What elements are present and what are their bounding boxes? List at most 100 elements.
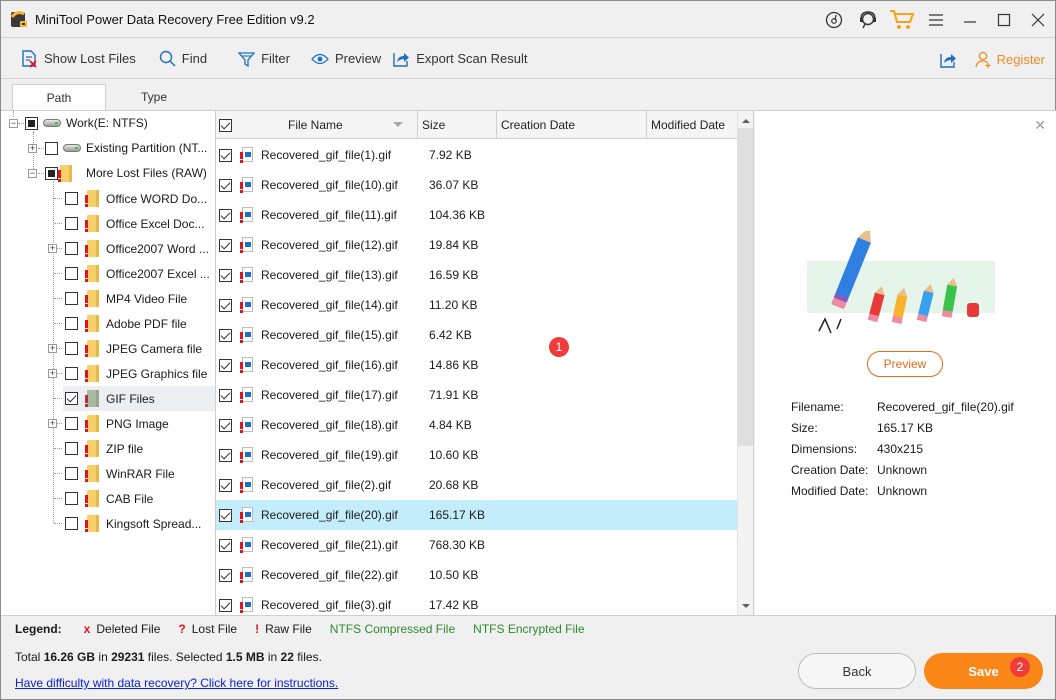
table-row[interactable]: Recovered_gif_file(17).gif 71.91 KB (216, 380, 737, 410)
tree-node-lost-item[interactable]: Office Excel Doc... (63, 211, 215, 236)
row-checkbox[interactable] (219, 148, 232, 162)
table-row[interactable]: Recovered_gif_file(11).gif 104.36 KB (216, 200, 737, 230)
row-checkbox[interactable] (219, 598, 232, 612)
row-checkbox[interactable] (219, 298, 232, 312)
row-checkbox[interactable] (219, 418, 232, 432)
row-checkbox[interactable] (219, 508, 232, 522)
table-row[interactable]: Recovered_gif_file(19).gif 10.60 KB (216, 440, 737, 470)
tree-node-existing-partition[interactable]: + Existing Partition (NT... (1, 136, 215, 161)
expand-toggle[interactable]: + (48, 369, 57, 378)
expand-toggle[interactable]: + (48, 419, 57, 428)
table-row[interactable]: Recovered_gif_file(14).gif 11.20 KB (216, 290, 737, 320)
row-checkbox[interactable] (219, 268, 232, 282)
tree-node-lost-item[interactable]: MP4 Video File (63, 286, 215, 311)
scroll-up-button[interactable] (738, 113, 753, 129)
tree-node-lost-item[interactable]: ZIP file (63, 436, 215, 461)
minimize-icon[interactable] (953, 1, 987, 38)
help-link[interactable]: Have difficulty with data recovery? Clic… (15, 676, 338, 690)
disc-icon[interactable] (817, 1, 851, 38)
tree-checkbox[interactable] (65, 417, 78, 430)
export-scan-result-button[interactable]: Export Scan Result (393, 39, 527, 79)
tree-checkbox[interactable] (65, 217, 78, 230)
vertical-scrollbar[interactable] (737, 111, 753, 615)
tree-checkbox[interactable] (65, 242, 78, 255)
expand-toggle[interactable]: + (48, 244, 57, 253)
tree-node-lost-item[interactable]: Adobe PDF file (63, 311, 215, 336)
back-button[interactable]: Back (798, 653, 916, 689)
close-icon[interactable] (1021, 1, 1055, 38)
find-button[interactable]: Find (159, 39, 207, 79)
tree-checkbox[interactable] (65, 342, 78, 355)
table-row[interactable]: Recovered_gif_file(13).gif 16.59 KB (216, 260, 737, 290)
tree-node-root[interactable]: − Work(E: NTFS) (1, 111, 215, 136)
support-icon[interactable] (851, 1, 885, 38)
cart-icon[interactable] (885, 1, 919, 38)
tree-checkbox[interactable] (65, 292, 78, 305)
column-file-name[interactable]: File Name (216, 111, 418, 139)
table-row[interactable]: Recovered_gif_file(18).gif 4.84 KB (216, 410, 737, 440)
tree-node-lost-item[interactable]: CAB File (63, 486, 215, 511)
tree-node-lost-item[interactable]: Office2007 Word ... (63, 236, 215, 261)
filter-button[interactable]: Filter (238, 39, 290, 79)
tree-node-more-lost-files[interactable]: − More Lost Files (RAW) (1, 161, 215, 186)
table-row[interactable]: Recovered_gif_file(21).gif 768.30 KB (216, 530, 737, 560)
tree-node-lost-item[interactable]: Office WORD Do... (63, 186, 215, 211)
tree-node-lost-item[interactable]: JPEG Camera file (63, 336, 215, 361)
tree-checkbox[interactable] (65, 517, 78, 530)
share-icon[interactable] (939, 51, 957, 68)
table-row[interactable]: Recovered_gif_file(22).gif 10.50 KB (216, 560, 737, 590)
row-checkbox[interactable] (219, 478, 232, 492)
expand-toggle[interactable]: + (28, 144, 37, 153)
preview-button[interactable]: Preview (867, 351, 943, 377)
tree-checkbox[interactable] (65, 442, 78, 455)
tree-node-lost-item[interactable]: Kingsoft Spread... (63, 511, 215, 536)
tree-checkbox[interactable] (45, 167, 58, 180)
table-row[interactable]: Recovered_gif_file(15).gif 6.42 KB (216, 320, 737, 350)
scrollbar-thumb[interactable] (738, 128, 753, 446)
tree-checkbox[interactable] (65, 317, 78, 330)
table-row[interactable]: Recovered_gif_file(3).gif 17.42 KB (216, 590, 737, 615)
table-row[interactable]: Recovered_gif_file(12).gif 19.84 KB (216, 230, 737, 260)
table-row[interactable]: Recovered_gif_file(2).gif 20.68 KB (216, 470, 737, 500)
row-checkbox[interactable] (219, 358, 232, 372)
tree-checkbox[interactable] (25, 117, 38, 130)
select-all-checkbox[interactable] (219, 118, 232, 132)
expand-toggle[interactable]: + (48, 344, 57, 353)
table-row[interactable]: Recovered_gif_file(10).gif 36.07 KB (216, 170, 737, 200)
column-creation-date[interactable]: Creation Date (497, 111, 647, 139)
tree-checkbox[interactable] (65, 367, 78, 380)
scroll-down-button[interactable] (738, 598, 753, 614)
row-checkbox[interactable] (219, 208, 232, 222)
column-modified-date[interactable]: Modified Date (647, 111, 737, 139)
tree-checkbox[interactable] (65, 267, 78, 280)
table-row[interactable]: Recovered_gif_file(20).gif 165.17 KB (216, 500, 737, 530)
row-checkbox[interactable] (219, 238, 232, 252)
register-button[interactable]: Register (974, 51, 1045, 68)
row-checkbox[interactable] (219, 568, 232, 582)
close-preview-icon[interactable]: ✕ (1034, 117, 1046, 134)
tab-path[interactable]: Path (12, 84, 106, 111)
tab-type[interactable]: Type (107, 84, 201, 110)
tree-node-lost-item[interactable]: Office2007 Excel ... (63, 261, 215, 286)
tree-node-lost-item[interactable]: WinRAR File (63, 461, 215, 486)
tree-checkbox[interactable] (65, 192, 78, 205)
preview-toolbar-button[interactable]: Preview (311, 39, 381, 79)
maximize-icon[interactable] (987, 1, 1021, 38)
tree-checkbox[interactable] (45, 142, 58, 155)
table-row[interactable]: Recovered_gif_file(1).gif 7.92 KB (216, 140, 737, 170)
tree-checkbox[interactable] (65, 392, 78, 405)
table-row[interactable]: Recovered_gif_file(16).gif 14.86 KB (216, 350, 737, 380)
collapse-toggle[interactable]: − (9, 119, 18, 128)
column-size[interactable]: Size (418, 111, 497, 139)
tree-node-lost-item[interactable]: PNG Image (63, 411, 215, 436)
menu-icon[interactable] (919, 1, 953, 38)
show-lost-files-button[interactable]: Show Lost Files (21, 39, 136, 79)
tree-node-lost-item[interactable]: GIF Files (63, 386, 215, 411)
tree-checkbox[interactable] (65, 467, 78, 480)
tree-node-lost-item[interactable]: JPEG Graphics file (63, 361, 215, 386)
row-checkbox[interactable] (219, 388, 232, 402)
tree-checkbox[interactable] (65, 492, 78, 505)
row-checkbox[interactable] (219, 178, 232, 192)
row-checkbox[interactable] (219, 538, 232, 552)
row-checkbox[interactable] (219, 448, 232, 462)
